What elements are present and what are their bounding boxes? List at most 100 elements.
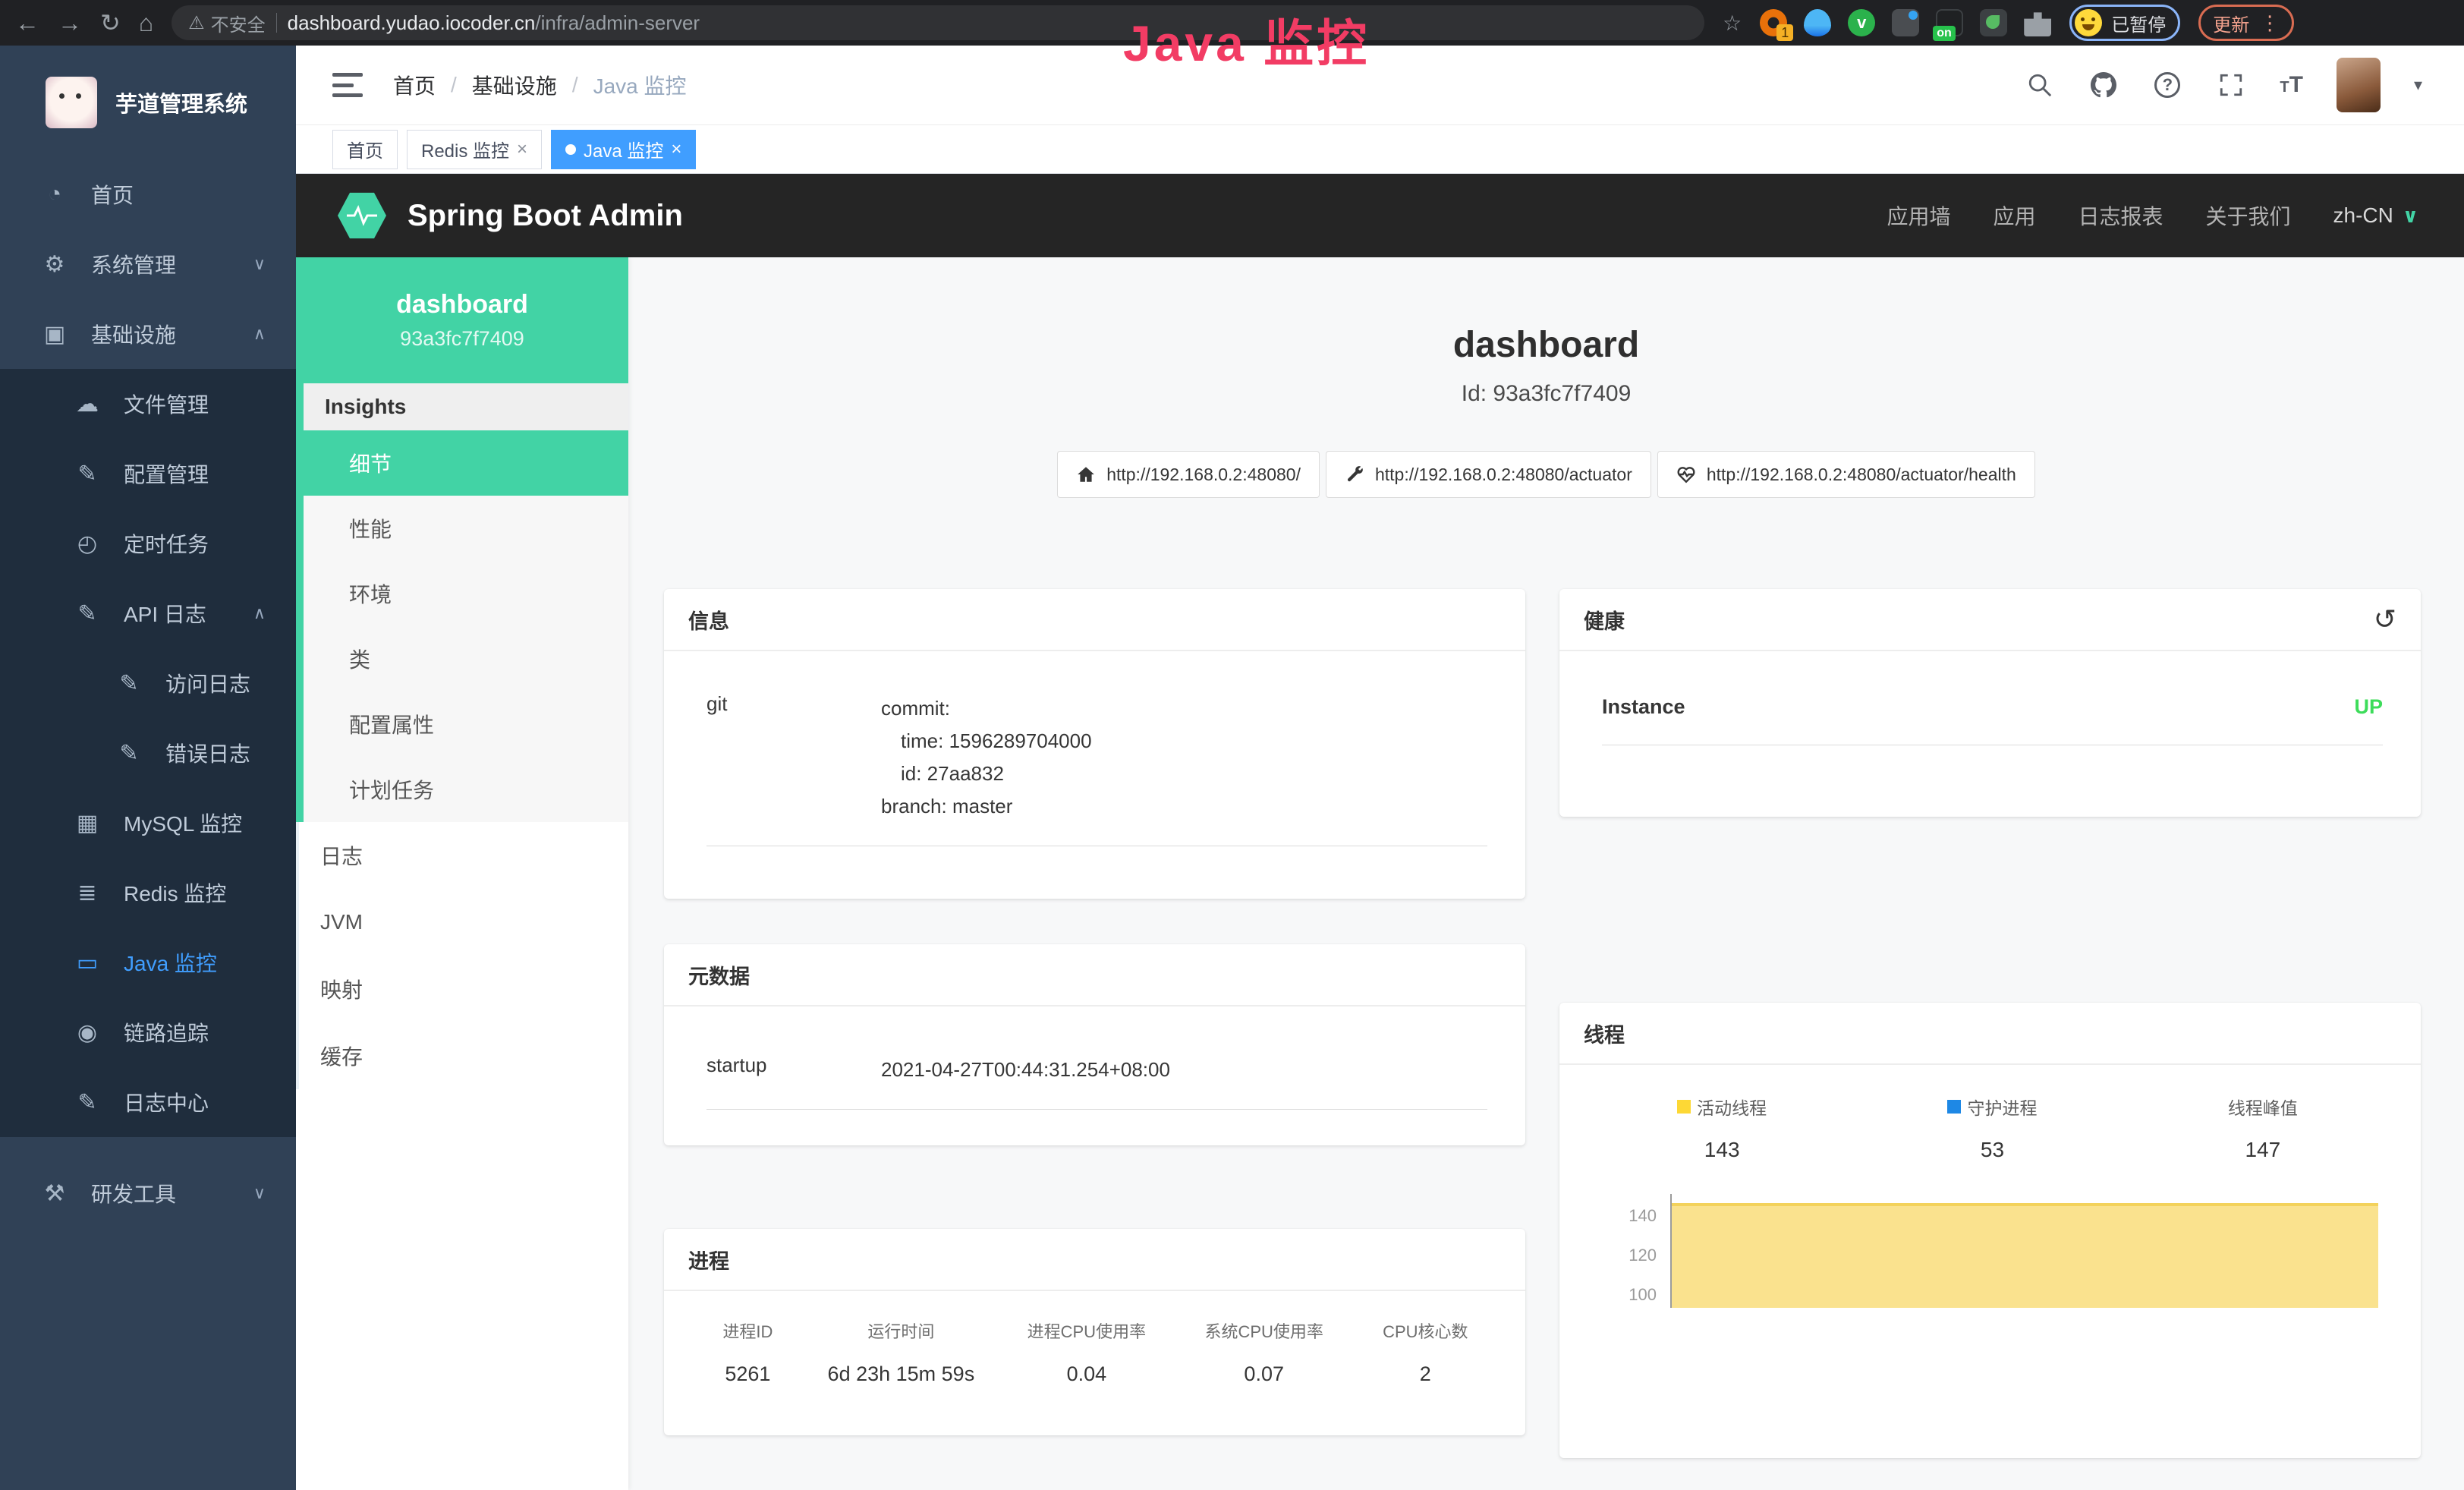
user-avatar[interactable] bbox=[2337, 58, 2381, 112]
menu-item-caches[interactable]: 缓存 bbox=[296, 1022, 628, 1089]
menu-item-mappings[interactable]: 映射 bbox=[296, 956, 628, 1022]
timer-icon: ◴ bbox=[72, 531, 102, 557]
legend-daemon-threads-swatch bbox=[1947, 1100, 1961, 1114]
sidebar-item-api-log[interactable]: ✎ API 日志 ∧ bbox=[0, 578, 296, 648]
sidebar-item-home[interactable]: ◔ 首页 bbox=[0, 159, 296, 229]
chevron-up-icon: ∧ bbox=[253, 603, 266, 623]
browser-back-icon[interactable]: ← bbox=[15, 11, 39, 35]
instance-name: dashboard bbox=[396, 290, 528, 320]
browser-profile-chip[interactable]: 已暂停 bbox=[2069, 5, 2180, 41]
tag-java-monitor[interactable]: Java 监控 × bbox=[551, 130, 696, 169]
process-header-pid: 进程ID bbox=[691, 1318, 804, 1343]
toolbox-icon: ⚒ bbox=[39, 1180, 70, 1207]
sidebar-item-mysql-monitor[interactable]: ▦ MySQL 监控 bbox=[0, 788, 296, 858]
security-warning[interactable]: ⚠ 不安全 bbox=[188, 10, 266, 36]
close-icon[interactable]: × bbox=[671, 139, 681, 160]
sba-nav-applications[interactable]: 应用 bbox=[1993, 200, 2035, 231]
instance-id: 93a3fc7f7409 bbox=[400, 327, 524, 351]
breadcrumb: 首页 / 基础设施 / Java 监控 bbox=[393, 70, 687, 100]
browser-home-icon[interactable]: ⌂ bbox=[139, 11, 153, 35]
sba-nav: 应用墙 应用 日志报表 关于我们 zh-CN ∨ bbox=[1887, 200, 2418, 231]
stat-live-threads: 活动线程 143 bbox=[1587, 1094, 1857, 1162]
sba-nav-journal[interactable]: 日志报表 bbox=[2079, 200, 2163, 231]
history-icon[interactable]: ↺ bbox=[2374, 603, 2396, 635]
process-card-title: 进程 bbox=[664, 1229, 1525, 1291]
metadata-card: 元数据 startup 2021-04-27T00:44:31.254+08:0… bbox=[664, 944, 1525, 1145]
menu-item-environment[interactable]: 环境 bbox=[304, 561, 628, 626]
endpoint-health-link[interactable]: http://192.168.0.2:48080/actuator/health bbox=[1657, 451, 2035, 498]
extension-vue-devtools-icon[interactable]: v bbox=[1848, 9, 1875, 36]
fullscreen-icon[interactable] bbox=[2216, 70, 2246, 100]
sidebar-item-infrastructure[interactable]: ▣ 基础设施 ∧ bbox=[0, 299, 296, 369]
sidebar-item-error-log[interactable]: ✎ 错误日志 bbox=[0, 718, 296, 788]
app-logo-row[interactable]: 芋道管理系统 bbox=[0, 46, 296, 159]
admin-sidebar: 芋道管理系统 ◔ 首页 ⚙ 系统管理 ∨ ▣ 基础设施 ∧ ☁ 文件管理 bbox=[0, 46, 296, 1490]
browser-forward-icon[interactable]: → bbox=[58, 11, 82, 35]
process-value-system-cpu: 0.07 bbox=[1175, 1362, 1353, 1386]
stat-peak-threads: 线程峰值 147 bbox=[2128, 1094, 2398, 1162]
font-size-icon[interactable]: TT bbox=[2280, 72, 2303, 98]
search-icon[interactable] bbox=[2025, 70, 2055, 100]
help-icon[interactable]: ? bbox=[2152, 70, 2182, 100]
sidebar-item-log-center[interactable]: ✎ 日志中心 bbox=[0, 1067, 296, 1137]
menu-item-jvm[interactable]: JVM bbox=[296, 889, 628, 956]
caret-down-icon[interactable]: ▾ bbox=[2414, 75, 2422, 95]
breadcrumb-infrastructure[interactable]: 基础设施 bbox=[472, 70, 557, 100]
omnibox-divider bbox=[276, 13, 277, 33]
extension-switch-icon[interactable]: on bbox=[1936, 9, 1963, 36]
cards-grid: 信息 git commit: time: 1596289704000 id: 2… bbox=[628, 589, 2464, 1458]
endpoint-actuator-link[interactable]: http://192.168.0.2:48080/actuator bbox=[1326, 451, 1651, 498]
bookmark-star-icon[interactable]: ☆ bbox=[1723, 11, 1742, 36]
sba-brand-title: Spring Boot Admin bbox=[408, 199, 683, 233]
edit-icon: ✎ bbox=[72, 1089, 102, 1116]
menu-item-details[interactable]: 细节 bbox=[304, 430, 628, 496]
github-icon[interactable] bbox=[2088, 70, 2119, 100]
breadcrumb-home[interactable]: 首页 bbox=[393, 70, 436, 100]
sidebar-item-system[interactable]: ⚙ 系统管理 ∨ bbox=[0, 229, 296, 299]
health-instance-row: Instance UP bbox=[1602, 673, 2383, 745]
main-column: 首页 / 基础设施 / Java 监控 ? bbox=[296, 46, 2464, 1490]
info-git-row: git commit: time: 1596289704000 id: 27aa… bbox=[706, 673, 1487, 846]
address-bar[interactable]: ⚠ 不安全 dashboard.yudao.iocoder.cn/infra/a… bbox=[172, 5, 1704, 40]
extension-leaf-icon[interactable] bbox=[1980, 9, 2007, 36]
sidebar-item-trace[interactable]: ◉ 链路追踪 bbox=[0, 997, 296, 1067]
app-topbar: 首页 / 基础设施 / Java 监控 ? bbox=[296, 46, 2464, 125]
info-card-title: 信息 bbox=[664, 589, 1525, 651]
extension-octotree-icon[interactable]: 1 bbox=[1760, 9, 1787, 36]
active-tag-dot bbox=[565, 144, 576, 155]
menu-item-config-props[interactable]: 配置属性 bbox=[304, 691, 628, 757]
menu-item-classes[interactable]: 类 bbox=[304, 626, 628, 691]
sidebar-item-devtools[interactable]: ⚒ 研发工具 ∨ bbox=[0, 1158, 296, 1228]
close-icon[interactable]: × bbox=[517, 139, 527, 160]
sidebar-item-redis-monitor[interactable]: ≣ Redis 监控 bbox=[0, 858, 296, 928]
browser-menu-dots-icon[interactable]: ⋮ bbox=[2260, 11, 2280, 35]
instance-header[interactable]: dashboard 93a3fc7f7409 bbox=[296, 257, 628, 383]
sidebar-toggle-icon[interactable] bbox=[332, 73, 363, 97]
extension-grid-icon[interactable] bbox=[1892, 9, 1919, 36]
sidebar-item-access-log[interactable]: ✎ 访问日志 bbox=[0, 648, 296, 718]
menu-item-scheduled-tasks[interactable]: 计划任务 bbox=[304, 757, 628, 822]
workspace: 芋道管理系统 ◔ 首页 ⚙ 系统管理 ∨ ▣ 基础设施 ∧ ☁ 文件管理 bbox=[0, 46, 2464, 1490]
extension-on-badge: on bbox=[1933, 26, 1956, 41]
sba-nav-wallboard[interactable]: 应用墙 bbox=[1887, 200, 1950, 231]
sidebar-item-file-management[interactable]: ☁ 文件管理 bbox=[0, 369, 296, 439]
tag-home[interactable]: 首页 bbox=[332, 130, 398, 169]
sidebar-item-config-management[interactable]: ✎ 配置管理 bbox=[0, 439, 296, 509]
sba-language-select[interactable]: zh-CN ∨ bbox=[2333, 203, 2418, 228]
wrench-icon bbox=[1345, 465, 1364, 484]
app-title: 芋道管理系统 bbox=[115, 87, 247, 118]
menu-item-logs[interactable]: 日志 bbox=[296, 822, 628, 889]
menu-item-metrics[interactable]: 性能 bbox=[304, 496, 628, 561]
sidebar-item-java-monitor[interactable]: ▭ Java 监控 bbox=[0, 928, 296, 997]
extension-pin-icon[interactable] bbox=[1804, 9, 1831, 36]
tags-view-bar: 首页 Redis 监控 × Java 监控 × bbox=[296, 125, 2464, 174]
extensions-puzzle-icon[interactable] bbox=[2024, 9, 2051, 36]
infrastructure-submenu: ☁ 文件管理 ✎ 配置管理 ◴ 定时任务 ✎ API 日志 ∧ ✎ bbox=[0, 369, 296, 1137]
process-card: 进程 进程ID 运行时间 进程CPU使用率 系统CPU使用率 CP bbox=[664, 1229, 1525, 1435]
browser-reload-icon[interactable]: ↻ bbox=[100, 11, 121, 35]
sidebar-item-scheduled-tasks[interactable]: ◴ 定时任务 bbox=[0, 509, 296, 578]
tag-redis-monitor[interactable]: Redis 监控 × bbox=[407, 130, 542, 169]
browser-update-button[interactable]: 更新 ⋮ bbox=[2198, 5, 2294, 41]
endpoint-home-link[interactable]: http://192.168.0.2:48080/ bbox=[1057, 451, 1320, 498]
sba-nav-about[interactable]: 关于我们 bbox=[2206, 200, 2291, 231]
